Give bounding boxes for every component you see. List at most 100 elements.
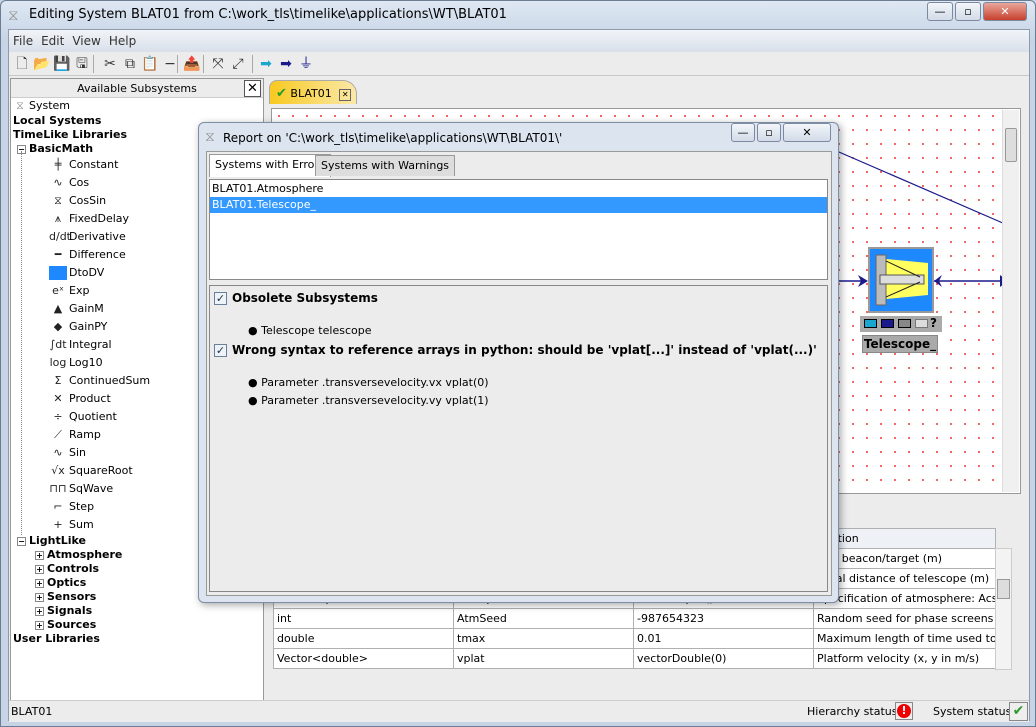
tree-item-cos[interactable]: ∿ Cos: [49, 176, 89, 190]
ground-icon[interactable]: ⏚: [297, 55, 315, 73]
tree-item-product[interactable]: ✕ Product: [49, 392, 110, 406]
tree-item-log10[interactable]: log Log10: [49, 356, 103, 370]
table-cell[interactable]: -987654323: [633, 608, 814, 629]
tree-item-dtodv[interactable]: ▆ DtoDV: [49, 266, 104, 280]
input-port-icon[interactable]: [864, 319, 877, 328]
tree-item-exp[interactable]: eˣ Exp: [49, 284, 89, 298]
table-cell[interactable]: tmax: [453, 628, 634, 649]
tree-item-squareroot[interactable]: √x SquareRoot: [49, 464, 132, 478]
menu-help[interactable]: Help: [105, 30, 140, 48]
table-cell[interactable]: Focal distance of telescope (m): [813, 568, 996, 589]
tree-item-step[interactable]: ⌐ Step: [49, 500, 94, 514]
table-cell[interactable]: 0.01: [633, 628, 814, 649]
table-cell[interactable]: Platform velocity (x, y in m/s): [813, 648, 996, 669]
output-port-icon[interactable]: ➡: [277, 55, 295, 73]
tree-item-fixeddelay[interactable]: ⩚ FixedDelay: [49, 212, 129, 226]
tree-item-local-systems[interactable]: Local Systems: [13, 114, 101, 128]
table-cell[interactable]: e to beacon/target (m): [813, 548, 996, 569]
header-description[interactable]: cription: [813, 528, 996, 549]
table-cell[interactable]: AtmSeed: [453, 608, 634, 629]
table-cell[interactable]: Maximum length of time used to si...: [813, 628, 996, 649]
tree-item-sensors[interactable]: + Sensors: [35, 590, 96, 604]
input-port-icon[interactable]: ➡: [257, 55, 275, 73]
table-cell[interactable]: double: [273, 628, 454, 649]
tab-systems-with-warnings[interactable]: Systems with Warnings: [315, 155, 456, 176]
table-cell[interactable]: Random seed for phase screens: [813, 608, 996, 629]
save-all-icon[interactable]: 🖫: [73, 55, 91, 73]
tree-item-ramp[interactable]: ⟋ Ramp: [49, 428, 101, 442]
maximize-button[interactable]: ▫: [955, 2, 981, 21]
tab-blat01[interactable]: ✔ BLAT01 ✕: [269, 80, 357, 104]
dialog-close-button[interactable]: ✕: [783, 123, 831, 142]
menu-edit[interactable]: Edit: [37, 30, 68, 48]
telescope-block[interactable]: [868, 247, 934, 313]
tree-item-continuedsum[interactable]: Σ ContinuedSum: [49, 374, 151, 388]
expand-icon[interactable]: +: [35, 620, 44, 630]
minimize-button[interactable]: —: [927, 2, 953, 21]
table-cell[interactable]: Specification of atmosphere: AcsA...: [813, 588, 996, 609]
table-cell[interactable]: Vector<double>: [273, 648, 454, 669]
collapse-icon[interactable]: −: [17, 536, 26, 546]
system-list-item[interactable]: BLAT01.Telescope_: [210, 197, 827, 213]
tree-item-cossin[interactable]: ⧖ CosSin: [49, 194, 106, 208]
expand-icon[interactable]: ⤢: [229, 55, 247, 73]
tree-item-sqwave[interactable]: ⊓⊓ SqWave: [49, 482, 113, 496]
tree-item-system[interactable]: ⧖ System: [13, 99, 70, 113]
tab-close-button[interactable]: ✕: [339, 89, 352, 101]
open-folder-icon[interactable]: 📂: [33, 55, 51, 73]
system-list-item[interactable]: BLAT01.Atmosphere: [210, 181, 827, 197]
expand-icon[interactable]: +: [35, 578, 44, 588]
copy-icon[interactable]: ⧉: [121, 55, 139, 73]
tree-item-gainm[interactable]: ▲ GainM: [49, 302, 104, 316]
tree-item-derivative[interactable]: d/dtDerivative: [49, 230, 126, 244]
tree-item-basicmath[interactable]: − BasicMath: [17, 142, 93, 156]
help-icon[interactable]: ?: [930, 316, 937, 330]
error-icon[interactable]: !: [895, 702, 913, 720]
tree-item-lightlike[interactable]: − LightLike: [17, 534, 86, 548]
check-icon[interactable]: ✔: [1009, 702, 1028, 721]
table-scrollbar[interactable]: [995, 548, 1012, 670]
tree-item-timelike-libraries[interactable]: TimeLike Libraries: [13, 128, 127, 142]
param-port-icon[interactable]: [898, 319, 911, 328]
tree-item-quotient[interactable]: ÷ Quotient: [49, 410, 116, 424]
tree-item-sin[interactable]: ∿ Sin: [49, 446, 86, 460]
tree-item-optics[interactable]: + Optics: [35, 576, 86, 590]
state-icon[interactable]: [915, 319, 928, 328]
menu-view[interactable]: View: [68, 30, 104, 48]
table-row[interactable]: Vector<double> vplat vectorDouble(0) Platfo…: [273, 648, 996, 669]
tree-item-sources[interactable]: + Sources: [35, 618, 96, 632]
new-file-icon[interactable]: 🗋: [13, 55, 31, 73]
panel-close-button[interactable]: ✕: [244, 80, 261, 97]
collapse-icon[interactable]: ⤧: [209, 55, 227, 73]
table-cell[interactable]: vplat: [453, 648, 634, 669]
scroll-thumb[interactable]: [997, 579, 1010, 599]
expand-icon[interactable]: +: [35, 564, 44, 574]
tree-item-difference[interactable]: ━ Difference: [49, 248, 126, 262]
table-cell[interactable]: vectorDouble(0): [633, 648, 814, 669]
tab-systems-with-errors[interactable]: Systems with Errors: [209, 154, 331, 177]
menu-file[interactable]: File: [9, 30, 37, 48]
close-button[interactable]: ✕: [983, 2, 1027, 21]
dialog-minimize-button[interactable]: —: [731, 123, 755, 142]
tree-item-signals[interactable]: + Signals: [35, 604, 92, 618]
tree-item-integral[interactable]: ∫dt Integral: [49, 338, 111, 352]
block-label[interactable]: Telescope_: [862, 335, 938, 353]
table-cell[interactable]: int: [273, 608, 454, 629]
paste-icon[interactable]: 📋: [141, 55, 159, 73]
tree-item-gainpy[interactable]: ◆ GainPY: [49, 320, 108, 334]
tree-item-controls[interactable]: + Controls: [35, 562, 99, 576]
tree-item-user-libraries[interactable]: User Libraries: [13, 632, 100, 646]
output-port-icon[interactable]: [881, 319, 894, 328]
section-checkbox[interactable]: ✓: [214, 292, 227, 305]
cut-icon[interactable]: ✂: [101, 55, 119, 73]
scroll-thumb[interactable]: [1005, 128, 1017, 162]
tree-item-constant[interactable]: ╪ Constant: [49, 158, 119, 172]
canvas-scrollbar[interactable]: [1002, 110, 1019, 492]
tree-item-atmosphere[interactable]: + Atmosphere: [35, 548, 122, 562]
section-checkbox[interactable]: ✓: [214, 344, 227, 357]
expand-icon[interactable]: +: [35, 606, 44, 616]
expand-icon[interactable]: +: [35, 592, 44, 602]
save-icon[interactable]: 💾: [53, 55, 71, 73]
expand-icon[interactable]: +: [35, 550, 44, 560]
tree-item-sum[interactable]: + Sum: [49, 518, 93, 532]
